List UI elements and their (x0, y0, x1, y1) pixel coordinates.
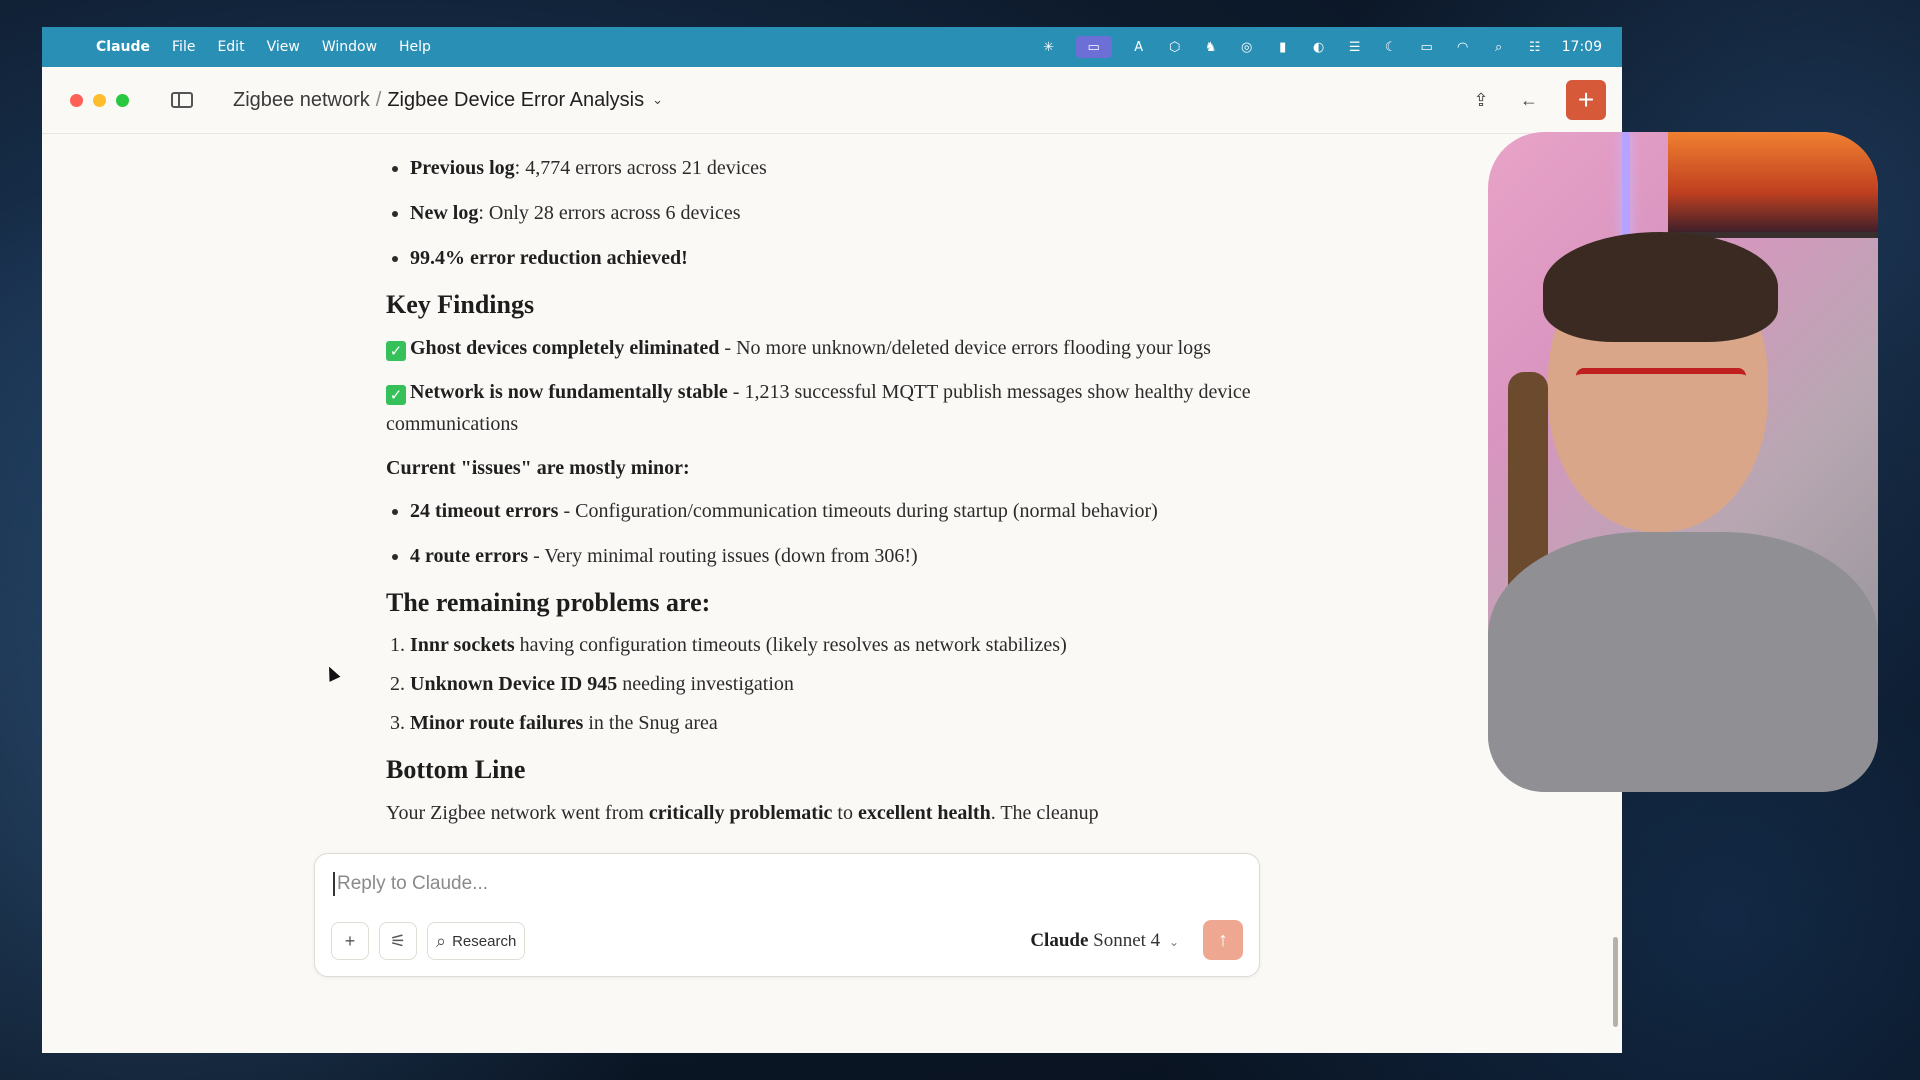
menu-view[interactable]: View (267, 39, 300, 55)
control-center-icon[interactable]: ☷ (1526, 39, 1544, 55)
key-findings-heading: Key Findings (386, 290, 535, 319)
minimize-window-button[interactable] (93, 93, 106, 107)
figure-icon[interactable]: ♞ (1202, 39, 1220, 55)
remaining-problems-heading: The remaining problems are: (386, 588, 711, 617)
research-button[interactable]: ⌕ Research (427, 922, 526, 960)
wall-painting (1668, 132, 1878, 238)
model-version: Sonnet 4 (1093, 930, 1161, 951)
breadcrumb: Zigbee network / Zigbee Device Error Ana… (233, 89, 663, 112)
breadcrumb-chat-title[interactable]: Zigbee Device Error Analysis (387, 89, 644, 112)
search-icon[interactable]: ⌕ (1490, 39, 1508, 55)
breadcrumb-separator: / (375, 88, 382, 111)
breadcrumb-project[interactable]: Zigbee network (233, 89, 370, 112)
title-bar: Zigbee network / Zigbee Device Error Ana… (42, 67, 1622, 134)
clipped-line (386, 133, 1286, 141)
new-chat-button[interactable]: + (1566, 80, 1606, 120)
webcam-overlay (1488, 132, 1878, 792)
share-icon[interactable]: ⇪ (1470, 89, 1492, 111)
scrollbar[interactable] (1613, 937, 1618, 1027)
reply-composer: + ⚟ ⌕ Research Claude Sonnet 4 ⌄ ↑ (314, 853, 1260, 977)
list-item: Previous log: 4,774 errors across 21 dev… (410, 153, 1286, 184)
wifi-icon[interactable]: ◠ (1454, 39, 1472, 55)
battery-icon[interactable]: ▭ (1418, 39, 1436, 55)
chevron-down-icon: ⌄ (1168, 935, 1179, 949)
sidebar-toggle-icon[interactable] (171, 92, 193, 108)
claude-spark-icon[interactable]: ✳ (1040, 39, 1058, 55)
model-selector[interactable]: Claude Sonnet 4 ⌄ (1030, 930, 1179, 952)
send-button[interactable]: ↑ (1203, 920, 1243, 960)
presenter-glasses (1576, 368, 1746, 408)
composer-tools: + ⚟ ⌕ Research (331, 922, 526, 960)
headphones-icon[interactable]: ◐ (1310, 39, 1328, 55)
window-controls (70, 93, 129, 107)
check-mark-icon: ✓ (386, 341, 406, 361)
menu-edit[interactable]: Edit (217, 39, 244, 55)
finding-paragraph: ✓ Ghost devices completely eliminated - N… (386, 332, 1286, 364)
add-attachment-button[interactable]: + (331, 922, 369, 960)
bottom-line-heading: Bottom Line (386, 755, 526, 784)
menu-window[interactable]: Window (322, 39, 377, 55)
minor-issues-heading: Current "issues" are mostly minor: (386, 457, 690, 479)
menu-file[interactable]: File (172, 39, 195, 55)
close-window-button[interactable] (70, 93, 83, 107)
list-item: 24 timeout errors - Configuration/commun… (410, 496, 1286, 527)
settings-sliders-button[interactable]: ⚟ (379, 922, 417, 960)
minor-issues-list: 24 timeout errors - Configuration/commun… (386, 496, 1286, 572)
menubar-clock[interactable]: 17:09 (1562, 39, 1602, 55)
list-item: New log: Only 28 errors across 6 devices (410, 198, 1286, 229)
research-label: Research (452, 932, 517, 950)
finding-paragraph: ✓ Network is now fundamentally stable - 1… (386, 381, 1251, 435)
reply-input[interactable] (333, 872, 1239, 896)
presenter-hair (1543, 232, 1778, 342)
check-mark-icon: ✓ (386, 385, 406, 405)
status-area: ✳ ▭ A ⬡ ♞ ◎ ▮ ◐ ☰ ☾ ▭ ◠ ⌕ ☷ 17:09 (1040, 36, 1602, 58)
menu-bar: Claude File Edit View Window Help ✳ ▭ A … (42, 27, 1622, 67)
stack-icon[interactable]: ☰ (1346, 39, 1364, 55)
list-item: Minor route failures in the Snug area (410, 708, 1286, 739)
list-item: 99.4% error reduction achieved! (410, 243, 1286, 274)
back-arrow-icon[interactable]: ← (1518, 89, 1540, 111)
model-name: Claude (1030, 930, 1089, 951)
search-icon: ⌕ (436, 930, 447, 951)
presenter-shirt (1488, 532, 1878, 792)
app-a-icon[interactable]: A (1130, 39, 1148, 55)
list-item: Unknown Device ID 945 needing investigat… (410, 669, 1286, 700)
zoom-window-button[interactable] (116, 93, 129, 107)
menu-help[interactable]: Help (399, 39, 431, 55)
box-icon[interactable]: ⬡ (1166, 39, 1184, 55)
mic-icon[interactable]: ▮ (1274, 39, 1292, 55)
moon-icon[interactable]: ☾ (1382, 39, 1400, 55)
menu-app-name[interactable]: Claude (96, 39, 150, 55)
summary-list: Previous log: 4,774 errors across 21 dev… (386, 153, 1286, 274)
sync-icon[interactable]: ◎ (1238, 39, 1256, 55)
screen-share-icon[interactable]: ▭ (1075, 36, 1112, 58)
title-actions: ⇪ ← + (1470, 80, 1606, 120)
chevron-down-icon[interactable]: ⌄ (652, 92, 663, 108)
list-item: Innr sockets having configuration timeou… (410, 630, 1286, 661)
list-item: 4 route errors - Very minimal routing is… (410, 541, 1286, 572)
bottom-line-paragraph: Your Zigbee network went from critically… (386, 802, 1099, 824)
remaining-problems-list: Innr sockets having configuration timeou… (386, 630, 1286, 739)
